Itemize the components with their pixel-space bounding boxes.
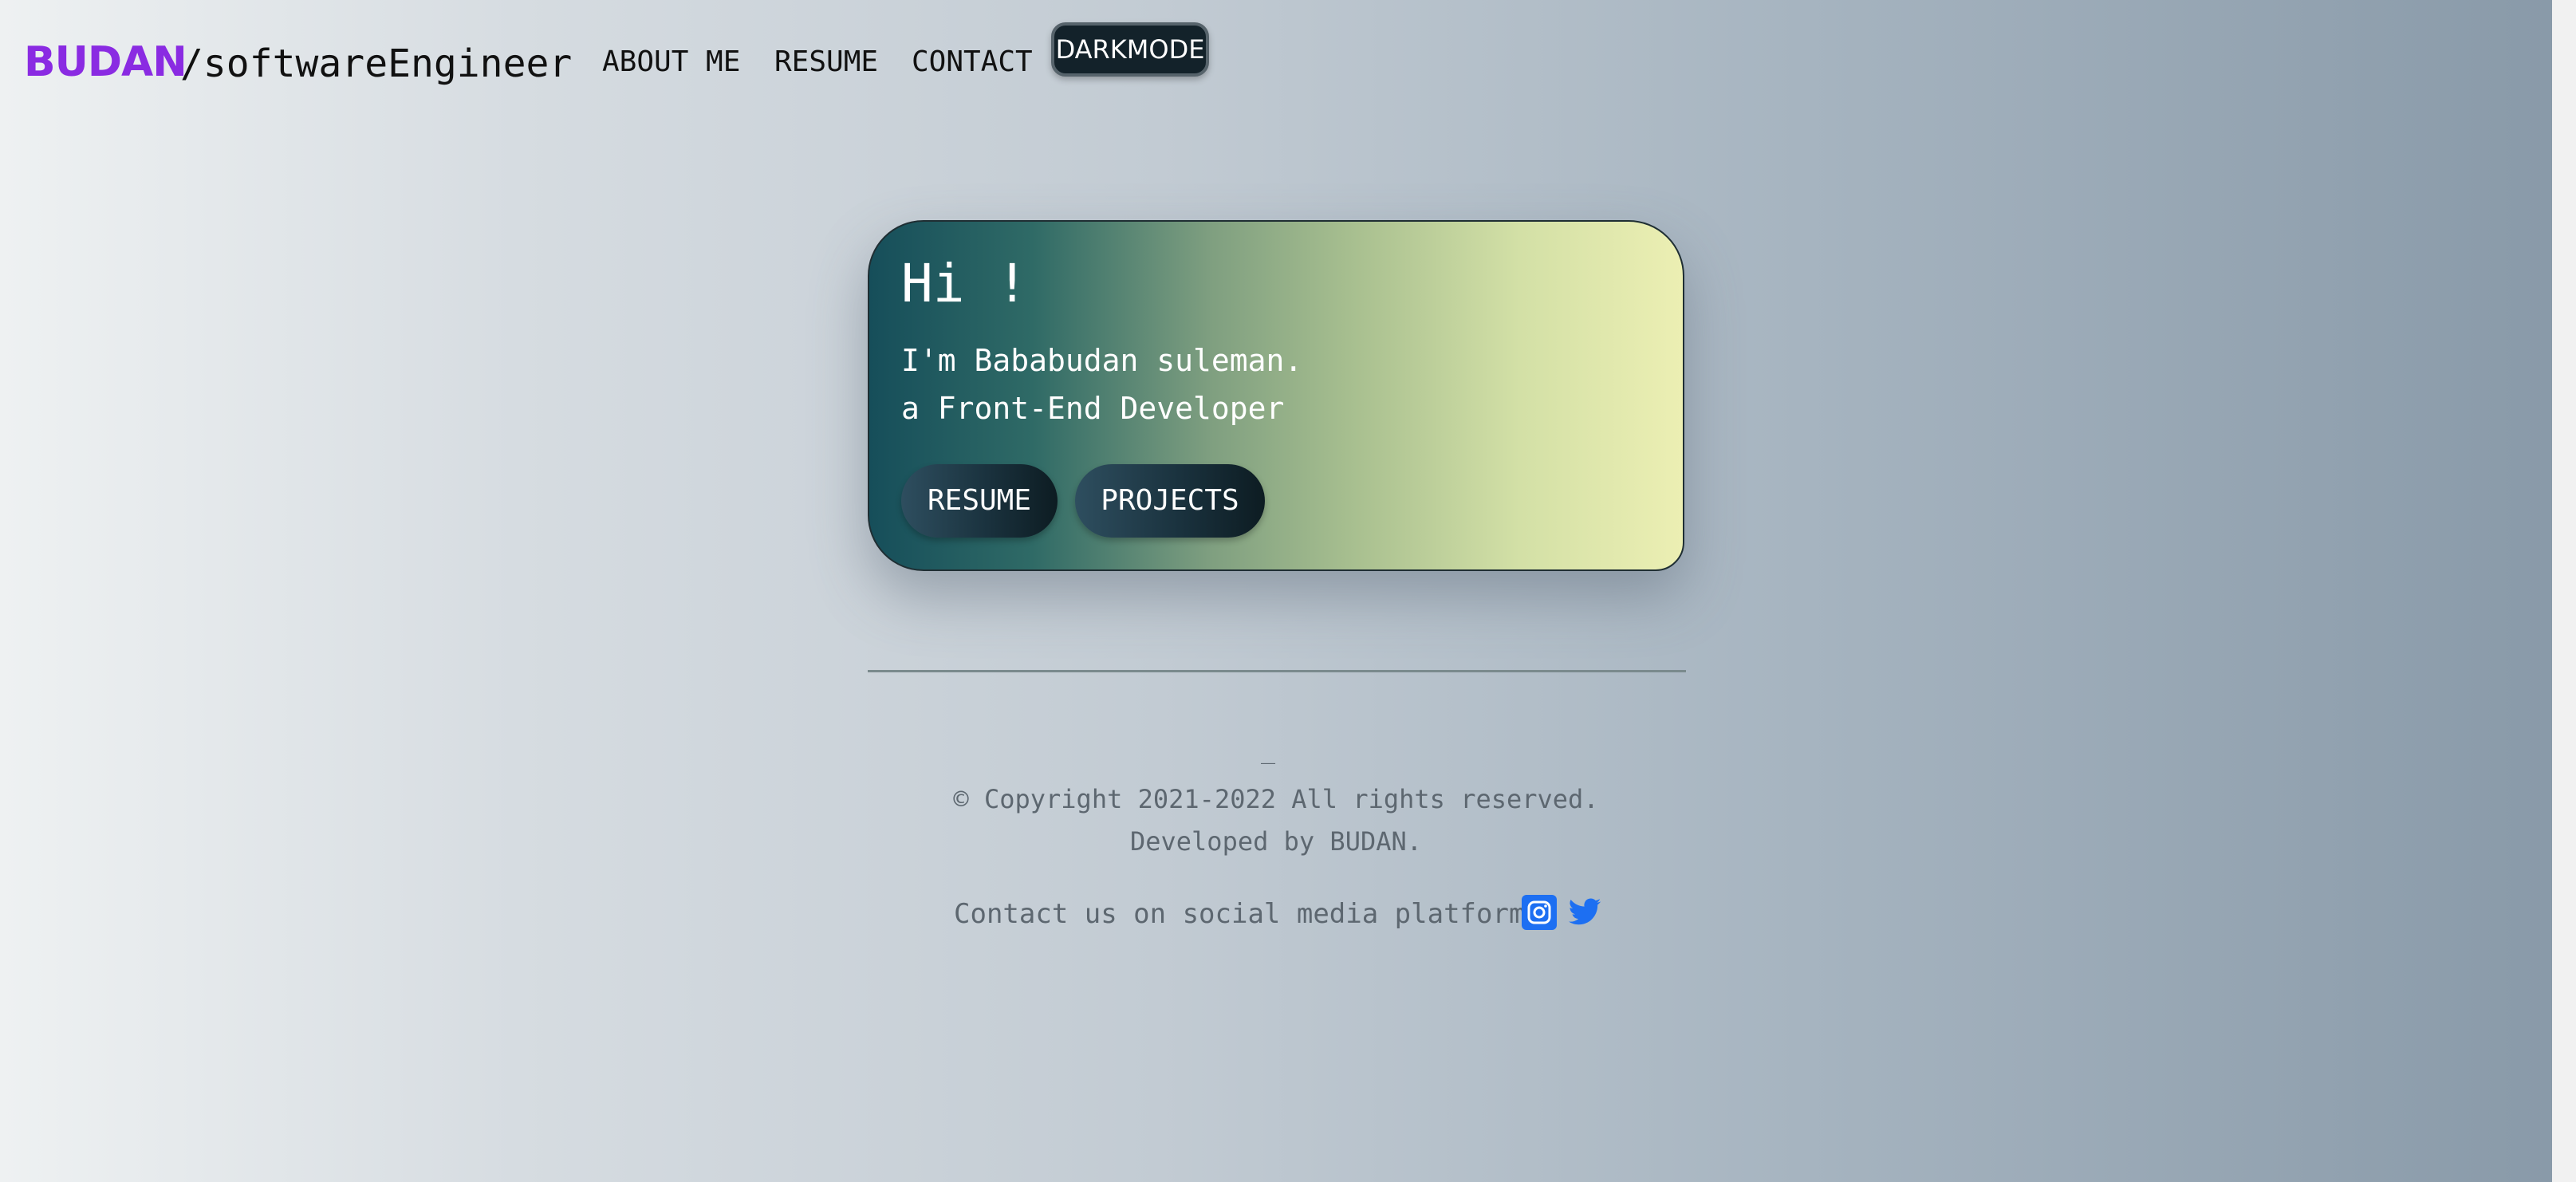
projects-button[interactable]: PROJECTS [1075,464,1265,538]
resume-button[interactable]: RESUME [901,464,1058,538]
site-header: BUDAN /softwareEngineer ABOUT ME RESUME … [0,0,2552,120]
nav-resume[interactable]: RESUME [774,41,878,83]
hero-intro-name: I'm Bababudan suleman. [901,343,1303,378]
page-scrollbar[interactable] [2552,0,2576,1182]
footer-social-text: Contact us on social media platforms [954,898,1542,930]
hero-greeting: Hi ! [901,253,1028,314]
brand-logo[interactable]: BUDAN [24,37,187,88]
nav-about-me[interactable]: ABOUT ME [602,41,740,83]
footer-dash: _ [1260,737,1276,765]
twitter-icon[interactable] [1567,895,1602,930]
instagram-icon[interactable] [1522,895,1557,930]
role-title: /softwareEngineer [180,41,573,86]
hero-intro-role: a Front-End Developer [901,391,1285,426]
darkmode-toggle-button[interactable]: DARKMODE [1051,22,1209,77]
footer-developed-by: Developed by BUDAN. [1129,826,1423,857]
hero-card: Hi ! I'm Bababudan suleman. a Front-End … [868,220,1684,571]
nav-contact[interactable]: CONTACT [912,41,1033,83]
footer-copyright: © Copyright 2021-2022 All rights reserve… [953,784,1599,814]
section-divider [868,670,1686,672]
